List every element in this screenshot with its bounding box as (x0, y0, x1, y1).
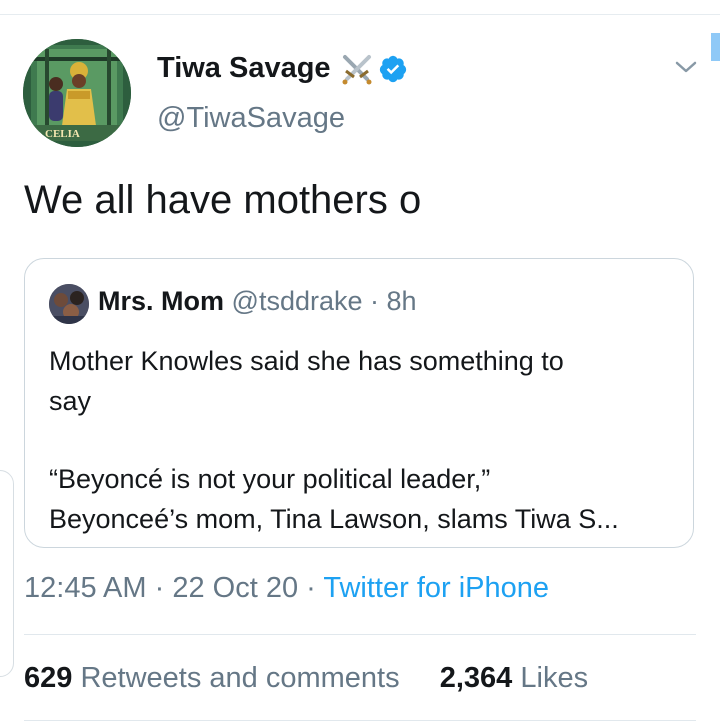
quoted-time-ago: 8h (386, 286, 417, 316)
quoted-tweet-body: Mother Knowles said she has something to… (49, 341, 674, 539)
bottom-divider (24, 720, 696, 721)
author-display-name[interactable]: Tiwa Savage (157, 52, 331, 85)
quoted-line-blank (49, 421, 674, 459)
retweets-count: 629 (24, 662, 73, 694)
offscreen-card-edge (0, 470, 14, 677)
timestamp-separator-1: · (154, 572, 165, 604)
quoted-meta-separator: · (370, 286, 380, 316)
tweet-source-link[interactable]: Twitter for iPhone (323, 572, 549, 604)
chevron-down-icon (675, 61, 697, 73)
crossed-swords-icon (340, 53, 374, 85)
quoted-author-name[interactable]: Mrs. Mom (98, 286, 224, 316)
retweets-label: Retweets and comments (80, 662, 400, 694)
author-handle[interactable]: @TiwaSavage (157, 102, 345, 135)
more-options-button[interactable] (668, 52, 704, 82)
author-avatar[interactable]: CELIA (23, 39, 131, 147)
likes-stat[interactable]: 2,364 Likes (440, 662, 588, 694)
tweet-date[interactable]: 22 Oct 20 (172, 572, 298, 604)
likes-count: 2,364 (439, 662, 513, 694)
author-name-row[interactable]: Tiwa Savage (157, 52, 408, 85)
quoted-line-1: Mother Knowles said she has something to (49, 346, 564, 376)
stats-divider (24, 634, 696, 635)
top-divider (0, 14, 720, 15)
avatar-caption: CELIA (45, 128, 80, 140)
avatar-artwork: CELIA (23, 39, 131, 147)
quoted-line-2: say (49, 386, 92, 416)
retweets-stat[interactable]: 629 Retweets and comments (24, 662, 408, 694)
tweet-time[interactable]: 12:45 AM (24, 572, 147, 604)
quoted-avatar-artwork (49, 284, 89, 324)
tweet-text: We all have mothers o (24, 178, 422, 222)
scroll-indicator (711, 33, 720, 61)
quoted-author-handle[interactable]: @tsddrake (232, 286, 363, 316)
verified-badge-icon (378, 54, 408, 84)
quoted-author-avatar[interactable] (49, 284, 89, 324)
timestamp-row: 12:45 AM · 22 Oct 20 · Twitter for iPhon… (24, 572, 549, 605)
timestamp-separator-2: · (306, 572, 316, 604)
quoted-line-4: Beyonceé’s mom, Tina Lawson, slams Tiwa … (49, 504, 619, 534)
quoted-tweet-header: Mrs. Mom @tsddrake · 8h (98, 286, 417, 317)
likes-label: Likes (520, 662, 589, 694)
quoted-line-3: “Beyoncé is not your political leader,” (49, 464, 491, 494)
engagement-stats: 629 Retweets and comments 2,364 Likes (24, 662, 588, 695)
quoted-tweet-card[interactable]: Mrs. Mom @tsddrake · 8h Mother Knowles s… (24, 258, 694, 548)
